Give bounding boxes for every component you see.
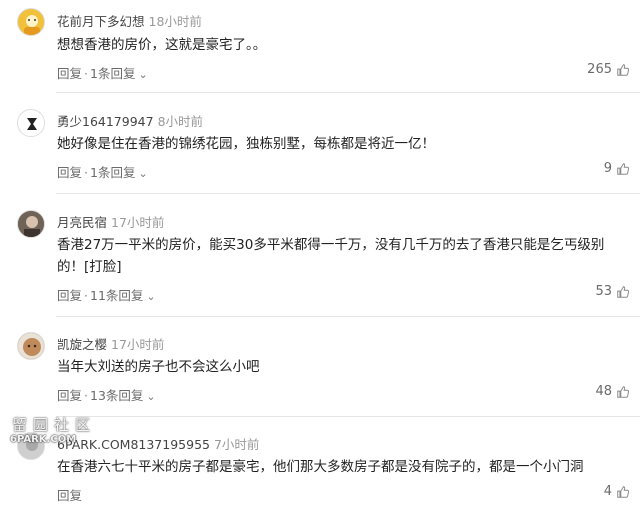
divider	[56, 316, 640, 317]
username[interactable]: 花前月下多幻想	[57, 14, 145, 29]
divider	[56, 92, 640, 93]
separator: ·	[84, 388, 88, 403]
separator: ·	[84, 66, 88, 81]
timestamp: 18小时前	[148, 14, 202, 29]
thumbs-up-icon	[617, 485, 630, 498]
thumbs-up-icon	[617, 285, 630, 298]
chevron-down-icon[interactable]: ⌄	[138, 68, 147, 81]
avatar[interactable]	[17, 332, 45, 360]
divider	[56, 416, 640, 417]
username[interactable]: 勇少164179947	[57, 114, 154, 129]
replies-count-link[interactable]: 11条回复	[90, 288, 143, 303]
watermark: 留园社区 6PARK.COM	[2, 414, 112, 452]
chevron-down-icon[interactable]: ⌄	[146, 390, 155, 403]
timestamp: 7小时前	[213, 437, 260, 452]
like-count: 265	[587, 62, 612, 77]
comment-text: 想想香港的房价，这就是豪宅了。。	[57, 37, 267, 53]
like-button[interactable]: 4	[604, 484, 630, 499]
watermark-en: 6PARK.COM	[10, 434, 77, 445]
reply-button[interactable]: 回复	[57, 388, 82, 403]
like-count: 53	[595, 284, 612, 299]
like-button[interactable]: 53	[595, 284, 630, 299]
thumbs-up-icon	[617, 385, 630, 398]
timestamp: 17小时前	[111, 337, 165, 352]
username[interactable]: 凯旋之樱	[57, 337, 107, 352]
comment-text: 她好像是住在香港的锦绣花园，独栋别墅，每栋都是将近一亿！	[57, 136, 435, 152]
avatar[interactable]	[17, 8, 45, 36]
thumbs-up-icon	[617, 63, 630, 76]
reply-button[interactable]: 回复	[57, 165, 82, 180]
watermark-cn: 留园社区	[12, 416, 97, 434]
separator: ·	[84, 165, 88, 180]
chevron-down-icon[interactable]: ⌄	[146, 290, 155, 303]
like-button[interactable]: 48	[595, 384, 630, 399]
avatar[interactable]	[17, 109, 45, 137]
reply-button[interactable]: 回复	[57, 288, 82, 303]
timestamp: 17小时前	[111, 215, 165, 230]
replies-count-link[interactable]: 13条回复	[90, 388, 143, 403]
replies-count-link[interactable]: 1条回复	[90, 66, 135, 81]
chevron-down-icon[interactable]: ⌄	[138, 167, 147, 180]
thumbs-up-icon	[617, 162, 630, 175]
timestamp: 8小时前	[157, 114, 204, 129]
like-count: 4	[603, 484, 612, 499]
avatar[interactable]	[17, 210, 45, 238]
reply-button[interactable]: 回复	[57, 488, 82, 503]
reply-button[interactable]: 回复	[57, 66, 82, 81]
separator: ·	[84, 288, 88, 303]
like-count: 9	[603, 161, 612, 176]
divider	[56, 193, 640, 194]
replies-count-link[interactable]: 1条回复	[90, 165, 135, 180]
comment-text: 香港27万一平米的房价，能买30多平米都得一千万，没有几千万的去了香港只能是乞丐…	[57, 237, 605, 275]
username[interactable]: 月亮民宿	[57, 215, 107, 230]
like-button[interactable]: 9	[604, 161, 630, 176]
like-button[interactable]: 265	[587, 62, 630, 77]
comment-text: 在香港六七十平米的房子都是豪宅，他们那大多数房子都是没有院子的，都是一个小门洞	[57, 459, 584, 475]
comment-text: 当年大刘送的房子也不会这么小吧	[57, 359, 260, 375]
like-count: 48	[595, 384, 612, 399]
